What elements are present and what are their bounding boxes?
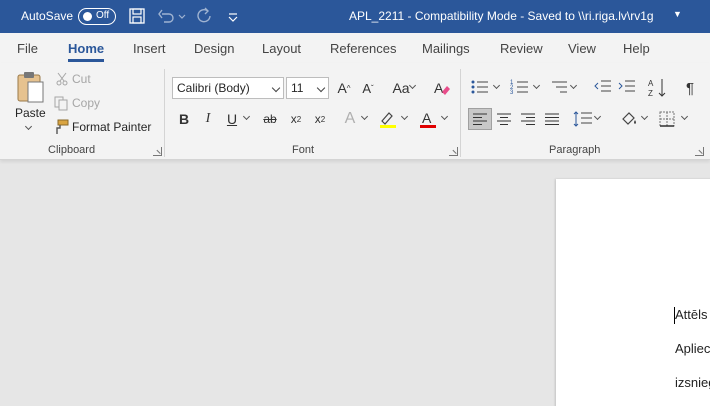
multilevel-list-dropdown-icon[interactable] xyxy=(569,81,578,90)
align-left-icon xyxy=(473,113,487,125)
tab-review[interactable]: Review xyxy=(500,41,543,56)
clipboard-group-label: Clipboard xyxy=(48,144,96,156)
customize-quick-access-icon[interactable] xyxy=(226,6,240,26)
align-left-button[interactable] xyxy=(468,108,492,130)
copy-button[interactable]: Copy xyxy=(72,96,100,110)
font-group-label: Font xyxy=(292,144,315,156)
sort-icon[interactable]: A Z xyxy=(647,77,669,99)
bullets-dropdown-icon[interactable] xyxy=(492,81,501,90)
save-icon[interactable] xyxy=(127,6,147,26)
multilevel-list-icon[interactable] xyxy=(549,78,569,96)
font-color-dropdown-icon[interactable] xyxy=(440,112,449,121)
superscript-button[interactable]: x2 xyxy=(308,108,332,130)
text-effects-icon[interactable]: A xyxy=(338,108,362,130)
autosave-toggle[interactable]: Off xyxy=(78,8,116,25)
toggle-state-label: Off xyxy=(96,10,110,21)
document-title[interactable]: APL_2211 - Compatibility Mode - Saved to… xyxy=(349,9,654,23)
chevron-down-icon[interactable]: ▼ xyxy=(673,9,682,19)
tab-file[interactable]: File xyxy=(17,41,38,56)
clear-formatting-icon[interactable]: A xyxy=(432,78,452,98)
highlight-dropdown-icon[interactable] xyxy=(400,112,409,121)
title-bar: AutoSave Off APL_2211 - Compatibility Mo… xyxy=(0,0,710,33)
align-right-button[interactable] xyxy=(516,108,540,130)
strikethrough-button[interactable]: ab xyxy=(258,108,282,130)
align-right-icon xyxy=(521,113,535,125)
paragraph-group-label: Paragraph xyxy=(549,144,601,156)
format-painter-button[interactable]: Format Painter xyxy=(72,120,151,134)
bold-button[interactable]: B xyxy=(172,108,196,130)
ribbon: Paste Cut Copy Format Painter Clipboard … xyxy=(0,63,710,160)
font-name-value: Calibri (Body) xyxy=(177,81,250,95)
tab-references[interactable]: References xyxy=(330,41,396,56)
line-spacing-dropdown-icon[interactable] xyxy=(593,112,602,121)
underline-dropdown-icon[interactable] xyxy=(242,112,251,121)
align-center-button[interactable] xyxy=(492,108,516,130)
tab-view[interactable]: View xyxy=(568,41,596,56)
font-dialog-launcher-icon[interactable] xyxy=(449,147,458,156)
undo-icon[interactable] xyxy=(156,6,176,26)
bullets-icon[interactable] xyxy=(470,78,490,96)
borders-dropdown-icon[interactable] xyxy=(680,112,689,121)
svg-text:A: A xyxy=(648,79,654,88)
highlight-icon[interactable] xyxy=(378,109,398,129)
text-effects-dropdown-icon[interactable] xyxy=(360,112,369,121)
undo-dropdown-icon[interactable] xyxy=(177,6,187,26)
underline-button[interactable]: U xyxy=(220,108,244,130)
svg-text:A: A xyxy=(422,110,432,126)
cut-button[interactable]: Cut xyxy=(72,72,91,86)
clipboard-dialog-launcher-icon[interactable] xyxy=(153,147,162,156)
svg-text:Z: Z xyxy=(648,89,653,98)
borders-icon[interactable] xyxy=(658,110,676,128)
group-divider xyxy=(460,69,461,157)
format-painter-icon xyxy=(56,119,69,134)
font-name-combo[interactable]: Calibri (Body) xyxy=(172,77,284,99)
autosave-label: AutoSave xyxy=(21,9,74,23)
justify-button[interactable] xyxy=(540,108,564,130)
toggle-knob xyxy=(83,12,92,21)
justify-icon xyxy=(545,113,559,125)
shading-icon[interactable] xyxy=(619,109,639,129)
shading-dropdown-icon[interactable] xyxy=(640,112,649,121)
svg-text:3: 3 xyxy=(510,90,514,96)
numbering-dropdown-icon[interactable] xyxy=(532,81,541,90)
align-center-icon xyxy=(497,113,511,125)
tab-help[interactable]: Help xyxy=(623,41,650,56)
document-line[interactable]: izsnieg xyxy=(675,375,710,390)
line-spacing-icon[interactable] xyxy=(573,110,593,128)
increase-indent-icon[interactable] xyxy=(617,78,637,96)
numbering-icon[interactable]: 1 2 3 xyxy=(510,78,530,96)
paste-dropdown-icon[interactable] xyxy=(24,122,33,131)
shrink-font-icon[interactable]: Aˇ xyxy=(356,77,380,99)
paste-button-label[interactable]: Paste xyxy=(15,106,46,120)
font-size-combo[interactable]: 11 xyxy=(286,77,329,99)
paragraph-dialog-launcher-icon[interactable] xyxy=(695,147,704,156)
paste-icon[interactable] xyxy=(14,69,46,105)
tab-home[interactable]: Home xyxy=(68,41,105,62)
tab-insert[interactable]: Insert xyxy=(133,41,166,56)
chevron-down-icon xyxy=(271,83,281,93)
redo-icon[interactable] xyxy=(195,6,215,26)
document-page[interactable]: Attēls Apliec izsnieg xyxy=(556,179,710,406)
ribbon-tabs: File Home Insert Design Layout Reference… xyxy=(0,33,710,63)
decrease-indent-icon[interactable] xyxy=(593,78,613,96)
document-line[interactable]: Apliec xyxy=(675,341,710,356)
font-color-icon[interactable]: A xyxy=(418,109,438,129)
svg-text:A: A xyxy=(434,80,444,96)
tab-mailings[interactable]: Mailings xyxy=(422,41,470,56)
cut-icon xyxy=(56,72,68,86)
chevron-down-icon xyxy=(316,83,326,93)
italic-button[interactable]: I xyxy=(196,108,220,130)
grow-font-icon[interactable]: A ^ xyxy=(332,77,356,99)
font-size-value: 11 xyxy=(291,81,304,95)
tab-layout[interactable]: Layout xyxy=(262,41,301,56)
show-formatting-marks-icon[interactable]: ¶ xyxy=(678,77,702,99)
group-divider xyxy=(164,69,165,157)
tab-design[interactable]: Design xyxy=(194,41,234,56)
subscript-button[interactable]: x2 xyxy=(284,108,308,130)
document-line[interactable]: Attēls xyxy=(675,307,708,322)
copy-icon xyxy=(54,96,68,111)
